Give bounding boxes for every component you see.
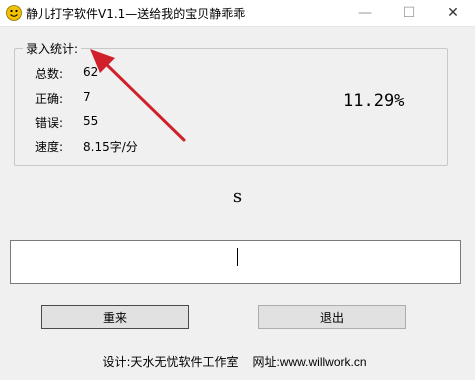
text-caret bbox=[237, 248, 238, 266]
footer: 设计:天水无忧软件工作室 网址:www.willwork.cn bbox=[0, 353, 475, 370]
total-label: 总数: bbox=[35, 67, 64, 81]
target-character: s bbox=[232, 186, 243, 207]
minimize-button[interactable]: — bbox=[343, 0, 387, 26]
smiley-icon bbox=[6, 5, 22, 21]
correct-value: 7 bbox=[83, 90, 91, 104]
error-value: 55 bbox=[83, 114, 99, 128]
error-label: 错误: bbox=[35, 116, 64, 130]
accuracy-percent: 11.29% bbox=[343, 91, 405, 111]
speed-value: 8.15字/分 bbox=[83, 140, 138, 154]
close-button[interactable]: ✕ bbox=[431, 0, 475, 26]
maximize-button[interactable]: ☐ bbox=[387, 0, 431, 26]
title-bar: 静儿打字软件V1.1—送给我的宝贝静乖乖 — ☐ ✕ bbox=[0, 0, 475, 27]
correct-label: 正确: bbox=[35, 92, 64, 106]
typing-input[interactable] bbox=[10, 240, 461, 284]
website-link[interactable]: 网址:www.willwork.cn bbox=[253, 353, 367, 370]
reset-button[interactable]: 重来 bbox=[41, 305, 189, 329]
total-value: 62 bbox=[83, 65, 99, 79]
design-credit: 设计:天水无忧软件工作室 bbox=[102, 355, 239, 369]
speed-label: 速度: bbox=[35, 140, 64, 154]
stats-legend: 录入统计: bbox=[23, 40, 82, 57]
exit-button[interactable]: 退出 bbox=[258, 305, 406, 329]
stats-group: 录入统计: 总数: 62 正确: 7 错误: 55 速度: 8.15字/分 11… bbox=[14, 40, 448, 166]
window-title: 静儿打字软件V1.1—送给我的宝贝静乖乖 bbox=[26, 7, 246, 21]
